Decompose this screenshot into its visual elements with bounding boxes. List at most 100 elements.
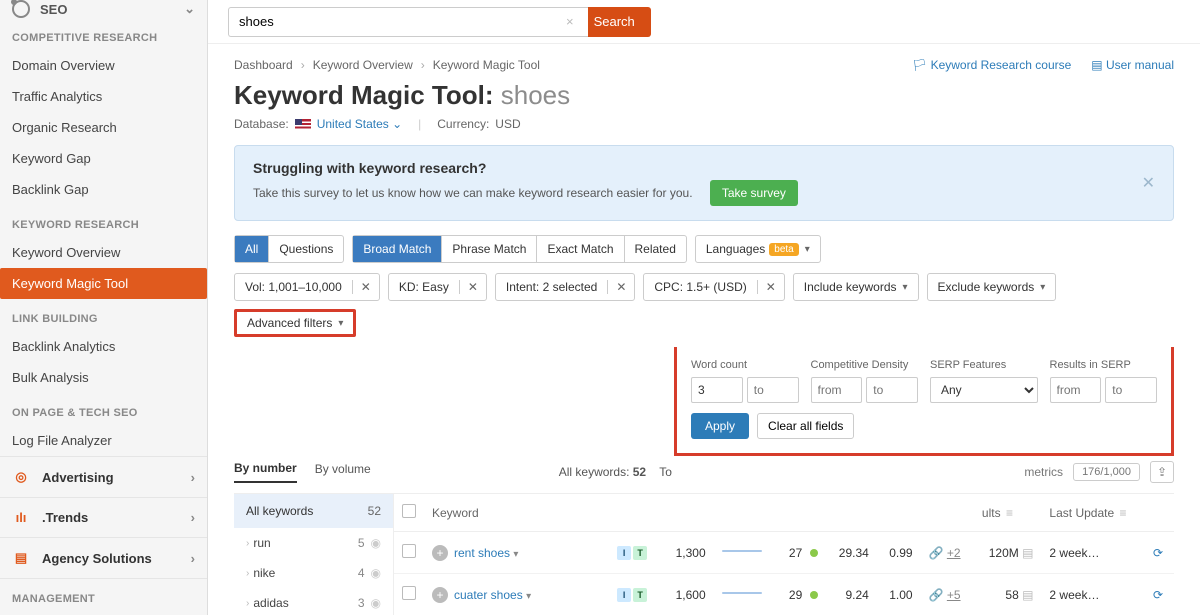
remove-icon[interactable]: ✕: [459, 280, 486, 294]
keyword-course-link[interactable]: 🏳 Keyword Research course: [912, 58, 1071, 72]
serp-features-count[interactable]: +2: [947, 546, 961, 560]
advanced-filters-panel: Word count Competitive Density SERP Feat…: [674, 347, 1174, 456]
sidebar-item[interactable]: Keyword Overview: [0, 237, 207, 268]
intent-badge: T: [633, 546, 647, 560]
export-button[interactable]: ⇪: [1150, 461, 1174, 483]
usage-counter: 176/1,000: [1073, 463, 1140, 481]
chevron-down-icon[interactable]: ▾: [513, 549, 518, 560]
chevron-right-icon: ›: [246, 598, 249, 609]
add-to-list-icon[interactable]: +: [432, 587, 448, 603]
eye-icon[interactable]: ◉: [371, 536, 381, 550]
intent-badge: T: [633, 588, 647, 602]
take-survey-button[interactable]: Take survey: [710, 180, 798, 206]
clear-all-button[interactable]: Clear all fields: [757, 413, 854, 439]
breadcrumb[interactable]: Keyword Magic Tool: [433, 58, 540, 72]
row-checkbox[interactable]: [402, 586, 416, 600]
keyword-group-row[interactable]: ›nike4◉: [234, 558, 393, 588]
difficulty-dot-icon: [810, 591, 818, 599]
refresh-icon[interactable]: ⟳: [1153, 588, 1163, 602]
breadcrumb[interactable]: Keyword Overview: [313, 58, 413, 72]
tab-by-volume[interactable]: By volume: [315, 462, 371, 482]
sidebar-item[interactable]: Bulk Analysis: [0, 362, 207, 393]
apply-button[interactable]: Apply: [691, 413, 749, 439]
remove-icon[interactable]: ✕: [352, 280, 379, 294]
sidebar-item[interactable]: Organic Research: [0, 112, 207, 143]
keywords-table: Keyword ults ≡ Last Update ≡ +rent shoes…: [394, 494, 1174, 615]
intent-badge: I: [617, 546, 631, 560]
sidebar-item[interactable]: Backlink Gap: [0, 174, 207, 205]
sidebar-group-label: LINK BUILDING: [0, 299, 207, 331]
exclude-keywords-dropdown[interactable]: Exclude keywords▾: [927, 273, 1057, 301]
section-icon: ılı: [12, 510, 30, 525]
clear-icon[interactable]: ×: [566, 14, 574, 29]
page-title: Keyword Magic Tool: shoes: [234, 80, 1174, 111]
sidebar-item[interactable]: Domain Overview: [0, 50, 207, 81]
link-icon: 🔗: [929, 546, 944, 560]
row-checkbox[interactable]: [402, 544, 416, 558]
serp-features-select[interactable]: Any: [930, 377, 1038, 403]
sidebar-item[interactable]: Traffic Analytics: [0, 81, 207, 112]
keyword-group-row[interactable]: ›adidas3◉: [234, 588, 393, 615]
sidebar-item-my-reports[interactable]: My Reports +: [0, 611, 207, 615]
banner-subtext: Take this survey to let us know how we c…: [253, 180, 798, 206]
chevron-down-icon[interactable]: ▾: [526, 591, 531, 602]
user-manual-link[interactable]: ▤ User manual: [1091, 58, 1174, 72]
sidebar-section[interactable]: ◎Advertising›: [0, 456, 207, 497]
advanced-filters-toggle[interactable]: Advanced filters▾: [234, 309, 356, 337]
breadcrumb-row: Dashboard › Keyword Overview › Keyword M…: [208, 44, 1200, 80]
filter-chip-cpc[interactable]: CPC: 1.5+ (USD)✕: [643, 273, 784, 301]
chevron-right-icon: ›: [246, 568, 249, 579]
keyword-link[interactable]: rent shoes: [454, 546, 510, 560]
word-count-to[interactable]: [747, 377, 799, 403]
include-keywords-dropdown[interactable]: Include keywords▾: [793, 273, 919, 301]
remove-icon[interactable]: ✕: [607, 280, 634, 294]
add-to-list-icon[interactable]: +: [432, 545, 448, 561]
comp-density-to[interactable]: [866, 377, 918, 403]
database-selector[interactable]: United States ⌄: [317, 117, 402, 131]
sidebar-item[interactable]: Log File Analyzer: [0, 425, 207, 456]
active-filter-row: Vol: 1,001–10,000✕ KD: Easy✕ Intent: 2 s…: [234, 273, 1174, 337]
serp-features-count[interactable]: +5: [947, 588, 961, 602]
sidebar-section[interactable]: ▤Agency Solutions›: [0, 537, 207, 578]
sidebar-item[interactable]: Keyword Magic Tool: [0, 268, 207, 299]
search-button[interactable]: Search: [578, 7, 651, 37]
sidebar-item[interactable]: Backlink Analytics: [0, 331, 207, 362]
sidebar: SEO ⌄ COMPETITIVE RESEARCHDomain Overvie…: [0, 0, 208, 615]
languages-dropdown[interactable]: Languages beta ▾: [695, 235, 821, 263]
all-questions-toggle[interactable]: All Questions: [234, 235, 344, 263]
section-icon: ◎: [12, 469, 30, 485]
close-icon[interactable]: ✕: [1142, 173, 1155, 193]
sidebar-group-management: MANAGEMENT: [0, 579, 207, 611]
comp-density-from[interactable]: [811, 377, 863, 403]
match-filter-row: All Questions Broad Match Phrase Match E…: [234, 235, 1174, 263]
filter-chip-volume[interactable]: Vol: 1,001–10,000✕: [234, 273, 380, 301]
select-all-checkbox[interactable]: [402, 504, 416, 518]
word-count-from[interactable]: [691, 377, 743, 403]
filter-chip-kd[interactable]: KD: Easy✕: [388, 273, 487, 301]
sidebar-toolkit-selector[interactable]: SEO ⌄: [0, 0, 207, 18]
keyword-link[interactable]: cuater shoes: [454, 588, 523, 602]
match-type-group[interactable]: Broad Match Phrase Match Exact Match Rel…: [352, 235, 687, 263]
sidebar-item[interactable]: Keyword Gap: [0, 143, 207, 174]
results-to[interactable]: [1105, 377, 1157, 403]
results-from[interactable]: [1050, 377, 1102, 403]
chevron-right-icon: ›: [191, 510, 195, 525]
refresh-icon[interactable]: ⟳: [1153, 546, 1163, 560]
breadcrumb[interactable]: Dashboard: [234, 58, 293, 72]
sidebar-group-label: KEYWORD RESEARCH: [0, 205, 207, 237]
eye-icon[interactable]: ◉: [371, 566, 381, 580]
search-input[interactable]: [228, 7, 588, 37]
chevron-right-icon: ›: [191, 470, 195, 485]
us-flag-icon: [295, 119, 311, 130]
seo-icon: [12, 0, 30, 18]
sidebar-section[interactable]: ılı.Trends›: [0, 497, 207, 537]
survey-banner: Struggling with keyword research? Take t…: [234, 145, 1174, 221]
tab-by-number[interactable]: By number: [234, 461, 297, 483]
eye-icon[interactable]: ◉: [371, 596, 381, 610]
keyword-group-row[interactable]: ›run5◉: [234, 528, 393, 558]
remove-icon[interactable]: ✕: [757, 280, 784, 294]
filter-chip-intent[interactable]: Intent: 2 selected✕: [495, 273, 635, 301]
trend-sparkline: [722, 586, 762, 600]
groups-header[interactable]: All keywords52: [234, 494, 393, 528]
chevron-right-icon: ›: [246, 538, 249, 549]
